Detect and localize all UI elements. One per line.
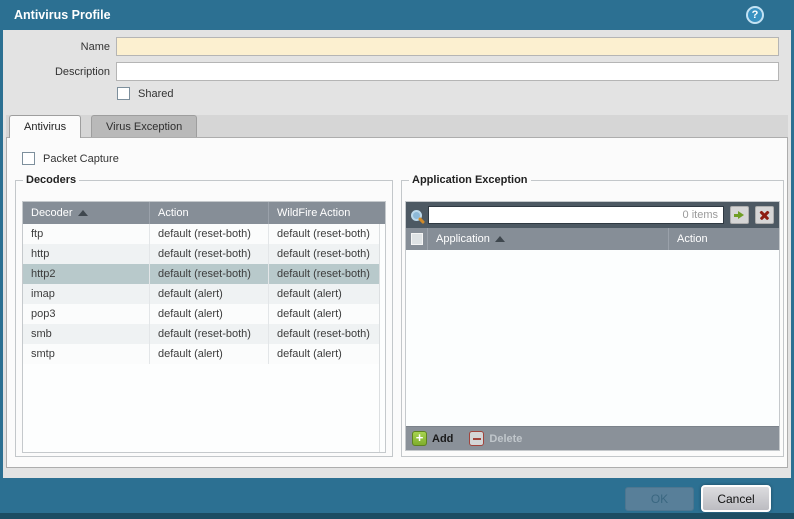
table-cell: default (alert) bbox=[269, 344, 385, 364]
dialog-footer: OK Cancel bbox=[0, 478, 794, 519]
column-header-action-label: Action bbox=[158, 202, 189, 224]
application-exception-legend: Application Exception bbox=[409, 174, 531, 186]
add-button[interactable]: + Add bbox=[412, 431, 453, 446]
decoders-table: Decoder Action WildFire Action ftpdefaul… bbox=[22, 201, 386, 453]
table-cell: http2 bbox=[23, 264, 150, 284]
shared-checkbox[interactable] bbox=[117, 87, 130, 100]
apply-filter-button[interactable] bbox=[730, 206, 749, 224]
decoder-row-smtp[interactable]: smtpdefault (alert)default (alert) bbox=[23, 344, 385, 364]
decoders-table-body: ftpdefault (reset-both)default (reset-bo… bbox=[23, 224, 385, 364]
table-cell: default (reset-both) bbox=[150, 224, 269, 244]
table-cell: pop3 bbox=[23, 304, 150, 324]
table-cell: http bbox=[23, 244, 150, 264]
delete-button[interactable]: Delete bbox=[469, 431, 522, 446]
table-cell: smb bbox=[23, 324, 150, 344]
search-icon bbox=[411, 210, 422, 221]
clear-filter-button[interactable] bbox=[755, 206, 774, 224]
delete-button-label: Delete bbox=[489, 433, 522, 445]
table-cell: default (reset-both) bbox=[150, 244, 269, 264]
column-header-decoder[interactable]: Decoder bbox=[23, 202, 150, 224]
table-cell: smtp bbox=[23, 344, 150, 364]
plus-icon: + bbox=[412, 431, 427, 446]
table-cell: default (alert) bbox=[269, 304, 385, 324]
green-arrow-icon bbox=[734, 211, 745, 220]
decoders-table-header: Decoder Action WildFire Action bbox=[23, 202, 385, 224]
column-header-application[interactable]: Application bbox=[428, 228, 669, 250]
table-cell: default (alert) bbox=[150, 284, 269, 304]
column-header-wildfire-action[interactable]: WildFire Action bbox=[269, 202, 385, 224]
column-header-application-label: Application bbox=[436, 228, 490, 250]
minus-icon bbox=[469, 431, 484, 446]
select-all-column bbox=[406, 228, 428, 250]
application-search-bar: 0 items bbox=[406, 202, 779, 228]
red-x-icon bbox=[759, 210, 770, 221]
decoder-row-http2[interactable]: http2default (reset-both)default (reset-… bbox=[23, 264, 385, 284]
packet-capture-label: Packet Capture bbox=[43, 153, 119, 165]
sort-ascending-icon bbox=[495, 236, 505, 242]
help-icon[interactable]: ? bbox=[746, 6, 764, 24]
sort-ascending-icon bbox=[78, 210, 88, 216]
table-cell: default (reset-both) bbox=[150, 324, 269, 344]
name-label: Name bbox=[3, 41, 110, 53]
application-exception-fieldset: Application Exception 0 items bbox=[401, 174, 784, 457]
decoder-row-pop3[interactable]: pop3default (alert)default (alert) bbox=[23, 304, 385, 324]
decoder-row-ftp[interactable]: ftpdefault (reset-both)default (reset-bo… bbox=[23, 224, 385, 244]
tab-virus-exception[interactable]: Virus Exception bbox=[91, 115, 197, 137]
table-cell: default (reset-both) bbox=[269, 224, 385, 244]
cancel-button[interactable]: Cancel bbox=[701, 485, 771, 512]
decoder-row-smb[interactable]: smbdefault (reset-both)default (reset-bo… bbox=[23, 324, 385, 344]
decoder-row-http[interactable]: httpdefault (reset-both)default (reset-b… bbox=[23, 244, 385, 264]
column-header-action[interactable]: Action bbox=[150, 202, 269, 224]
footer-bottom-edge bbox=[0, 513, 794, 519]
name-field[interactable] bbox=[116, 37, 779, 56]
decoders-fieldset: Decoders Decoder Action WildFire Action bbox=[15, 174, 393, 457]
add-button-label: Add bbox=[432, 433, 453, 445]
search-input[interactable] bbox=[429, 207, 683, 223]
column-header-app-action[interactable]: Action bbox=[669, 228, 779, 250]
column-header-decoder-label: Decoder bbox=[31, 202, 73, 224]
tab-strip: Antivirus Virus Exception bbox=[6, 115, 788, 137]
tab-antivirus[interactable]: Antivirus bbox=[9, 115, 81, 138]
shared-label: Shared bbox=[138, 88, 173, 100]
table-cell: imap bbox=[23, 284, 150, 304]
table-cell: default (reset-both) bbox=[269, 264, 385, 284]
table-cell: default (alert) bbox=[150, 344, 269, 364]
application-table-header: Application Action bbox=[406, 228, 779, 250]
antivirus-tab-panel: Packet Capture Decoders Decoder Action bbox=[6, 137, 788, 468]
application-table-toolbar: + Add Delete bbox=[406, 426, 779, 450]
title-bar: Antivirus Profile ? bbox=[0, 0, 794, 30]
dialog-title: Antivirus Profile bbox=[14, 0, 111, 30]
ok-button[interactable]: OK bbox=[625, 487, 694, 511]
packet-capture-checkbox[interactable] bbox=[22, 152, 35, 165]
search-field: 0 items bbox=[428, 206, 724, 224]
decoders-legend: Decoders bbox=[23, 174, 79, 186]
table-cell: ftp bbox=[23, 224, 150, 244]
decoders-scrollbar-track[interactable] bbox=[379, 224, 385, 452]
application-table-body bbox=[406, 250, 779, 426]
application-exception-grid: 0 items Applic bbox=[405, 201, 780, 451]
dialog-body: Name Description Shared Antivirus Virus … bbox=[3, 30, 791, 478]
items-count-badge: 0 items bbox=[683, 209, 723, 221]
decoder-row-imap[interactable]: imapdefault (alert)default (alert) bbox=[23, 284, 385, 304]
table-cell: default (reset-both) bbox=[150, 264, 269, 284]
description-field[interactable] bbox=[116, 62, 779, 81]
table-cell: default (alert) bbox=[269, 284, 385, 304]
select-all-checkbox[interactable] bbox=[411, 233, 423, 245]
description-label: Description bbox=[3, 66, 110, 78]
table-cell: default (reset-both) bbox=[269, 244, 385, 264]
column-header-app-action-label: Action bbox=[677, 228, 708, 250]
antivirus-profile-dialog: Antivirus Profile ? Name Description Sha… bbox=[0, 0, 794, 519]
table-cell: default (reset-both) bbox=[269, 324, 385, 344]
column-header-wildfire-action-label: WildFire Action bbox=[277, 202, 350, 224]
table-cell: default (alert) bbox=[150, 304, 269, 324]
